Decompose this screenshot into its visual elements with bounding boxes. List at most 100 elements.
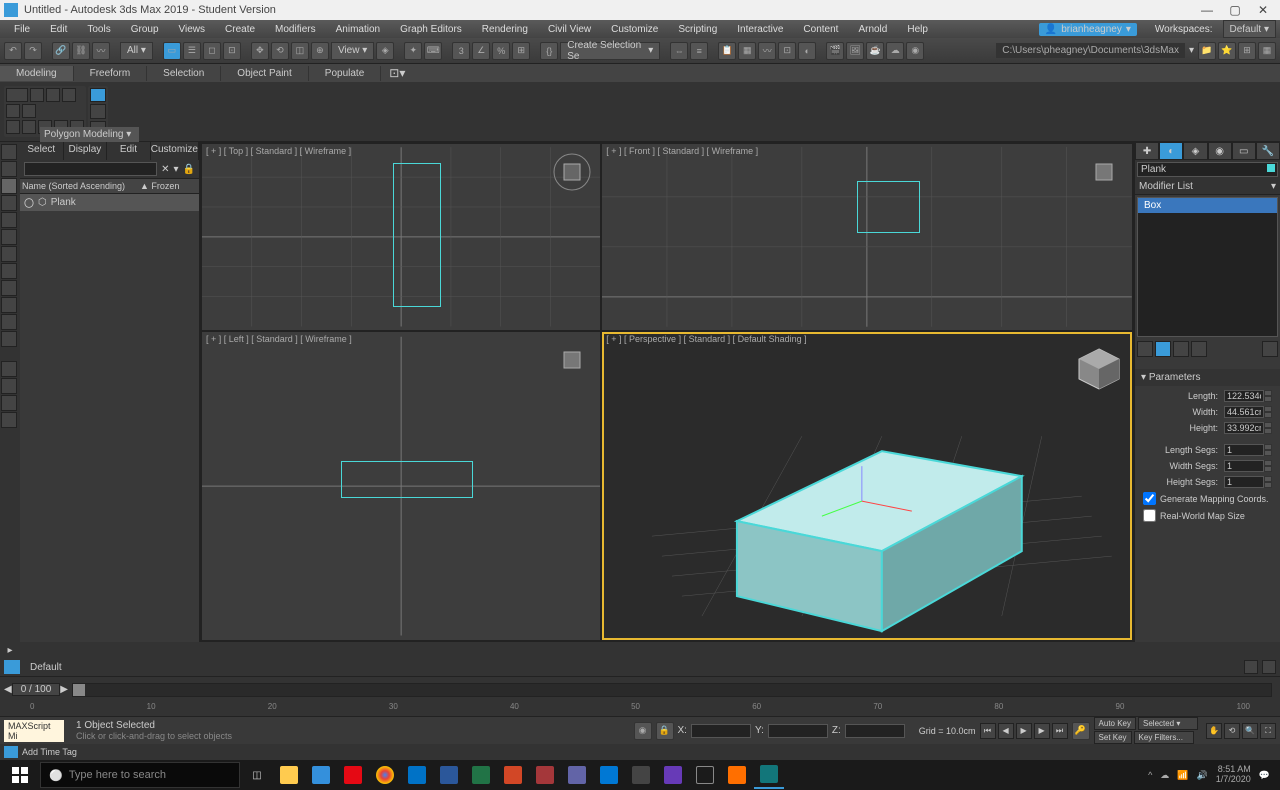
menu-edit[interactable]: Edit — [40, 22, 77, 37]
remove-modifier-button[interactable] — [1191, 341, 1207, 357]
align-button[interactable]: ≡ — [690, 42, 708, 60]
menu-views[interactable]: Views — [169, 22, 216, 37]
modifier-box[interactable]: Box — [1138, 198, 1277, 213]
time-prev-icon[interactable]: ◀ — [4, 684, 12, 695]
schematic-view-button[interactable]: ⊡ — [778, 42, 796, 60]
region-icon[interactable]: ▾ — [174, 164, 179, 175]
placement-button[interactable]: ⊕ — [311, 42, 329, 60]
gen-mapping-checkbox[interactable] — [1143, 492, 1156, 505]
task-powerpoint[interactable] — [498, 761, 528, 789]
named-selection-set[interactable]: Create Selection Se▾ — [560, 42, 660, 60]
viewport-perspective[interactable]: [ + ] [ Perspective ] [ Standard ] [ Def… — [602, 332, 1132, 640]
render-button[interactable]: ☕ — [866, 42, 884, 60]
height-input[interactable] — [1224, 422, 1264, 434]
timeline-mode-button[interactable] — [4, 660, 20, 674]
ref-coord-dropdown[interactable]: View ▾ — [331, 42, 374, 60]
scene-name-header[interactable]: Name (Sorted Ascending) — [20, 179, 138, 194]
modifier-stack[interactable]: Box — [1137, 197, 1278, 337]
time-next-icon[interactable]: ▶ — [60, 684, 68, 695]
menu-create[interactable]: Create — [215, 22, 265, 37]
display-shapes-button[interactable] — [1, 195, 17, 211]
display-none-button[interactable] — [1, 161, 17, 177]
menu-arnold[interactable]: Arnold — [848, 22, 897, 37]
scene-tab-edit[interactable]: Edit — [107, 142, 151, 160]
percent-snap-button[interactable]: % — [492, 42, 510, 60]
coord-y-input[interactable] — [768, 724, 828, 738]
height-down[interactable] — [1264, 428, 1272, 434]
clear-search-icon[interactable]: ✕ — [161, 164, 169, 175]
task-explorer[interactable] — [274, 761, 304, 789]
viewcube-front[interactable] — [1084, 152, 1124, 192]
keyboard-shortcut-button[interactable]: ⌨ — [424, 42, 442, 60]
create-tab[interactable]: ✚ — [1135, 142, 1159, 160]
polygon-modeling-dropdown[interactable]: Polygon Modeling ▾ — [40, 127, 139, 142]
coord-x-input[interactable] — [691, 724, 751, 738]
ignore-backfacing[interactable] — [22, 104, 36, 118]
selected-dropdown[interactable]: Selected ▾ — [1138, 717, 1198, 730]
key-mode-button[interactable]: 🔑 — [1072, 722, 1090, 740]
utilities-tab[interactable]: 🔧 — [1256, 142, 1280, 160]
modifier-list-dropdown[interactable]: Modifier List ▾ — [1135, 179, 1280, 195]
task-excel[interactable] — [466, 761, 496, 789]
zoom-button[interactable]: 🔍 — [1242, 723, 1258, 739]
ribbon-populate[interactable]: Populate — [309, 66, 381, 81]
render-in-cloud-button[interactable]: ☁ — [886, 42, 904, 60]
object-name-input[interactable] — [1137, 162, 1278, 177]
goto-end-button[interactable]: ⏭ — [1052, 723, 1068, 739]
length-down[interactable] — [1264, 396, 1272, 402]
time-frame-display[interactable]: 0 / 100 — [12, 683, 61, 696]
vp-label-front[interactable]: [ + ] [ Front ] [ Standard ] [ Wireframe… — [606, 146, 758, 156]
subobject-border[interactable] — [46, 88, 60, 102]
task-store[interactable] — [306, 761, 336, 789]
lsegs-input[interactable] — [1224, 444, 1264, 456]
redo-button[interactable]: ↷ — [24, 42, 42, 60]
maxscript-listener[interactable]: MAXScript Mi — [4, 720, 64, 742]
nurms-toggle[interactable] — [90, 104, 106, 118]
display-frozen-button[interactable] — [1, 331, 17, 347]
constraint-none[interactable] — [6, 120, 20, 134]
task-unreal[interactable] — [690, 761, 720, 789]
display-tab[interactable]: ▭ — [1232, 142, 1256, 160]
next-frame-button[interactable]: ▶ — [1034, 723, 1050, 739]
vp-label-persp[interactable]: [ + ] [ Perspective ] [ Standard ] [ Def… — [606, 334, 806, 344]
configure-button[interactable] — [1, 412, 17, 428]
link-button[interactable]: 🔗 — [52, 42, 70, 60]
set-key-button[interactable]: Set Key — [1094, 731, 1132, 744]
menu-customize[interactable]: Customize — [601, 22, 668, 37]
rotate-button[interactable]: ⟲ — [271, 42, 289, 60]
task-view-button[interactable]: ◫ — [242, 761, 272, 789]
task-access[interactable] — [530, 761, 560, 789]
display-all-button[interactable] — [1, 144, 17, 160]
task-app2[interactable] — [658, 761, 688, 789]
constraint-edge[interactable] — [22, 120, 36, 134]
menu-rendering[interactable]: Rendering — [472, 22, 538, 37]
select-object-button[interactable]: ▭ — [163, 42, 181, 60]
project-path[interactable]: C:\Users\pheagney\Documents\3dsMax — [996, 43, 1185, 58]
tray-up-icon[interactable]: ^ — [1148, 770, 1152, 780]
modify-tab[interactable]: ◐ — [1159, 142, 1183, 160]
render-setup-button[interactable]: 🎬 — [826, 42, 844, 60]
display-geometry-button[interactable] — [1, 178, 17, 194]
scene-frozen-header[interactable]: ▲ Frozen — [138, 179, 199, 194]
ribbon-modeling[interactable]: Modeling — [0, 66, 74, 81]
toggle-ribbon-button[interactable]: ▦ — [738, 42, 756, 60]
scene-tab-customize[interactable]: Customize — [151, 142, 199, 160]
layers-button[interactable] — [1262, 660, 1276, 674]
preview-button[interactable] — [6, 104, 20, 118]
scene-tab-display[interactable]: Display — [64, 142, 108, 160]
task-teams[interactable] — [562, 761, 592, 789]
play-button[interactable]: ▶ — [1016, 723, 1032, 739]
hierarchy-tab[interactable]: ◈ — [1183, 142, 1207, 160]
scene-tab-select[interactable]: Select — [20, 142, 64, 160]
display-spacewarps-button[interactable] — [1, 263, 17, 279]
wsegs-down[interactable] — [1264, 466, 1272, 472]
task-outlook[interactable] — [402, 761, 432, 789]
subobject-vertex[interactable] — [6, 88, 28, 102]
menu-group[interactable]: Group — [121, 22, 169, 37]
parameters-rollout[interactable]: ▾ Parameters — [1135, 369, 1280, 386]
render-frame-button[interactable]: 🖼 — [846, 42, 864, 60]
ribbon-freeform[interactable]: Freeform — [74, 66, 148, 81]
scene-search-input[interactable] — [24, 162, 157, 176]
mirror-button[interactable]: ⇔ — [670, 42, 688, 60]
goto-start-button[interactable]: ⏮ — [980, 723, 996, 739]
